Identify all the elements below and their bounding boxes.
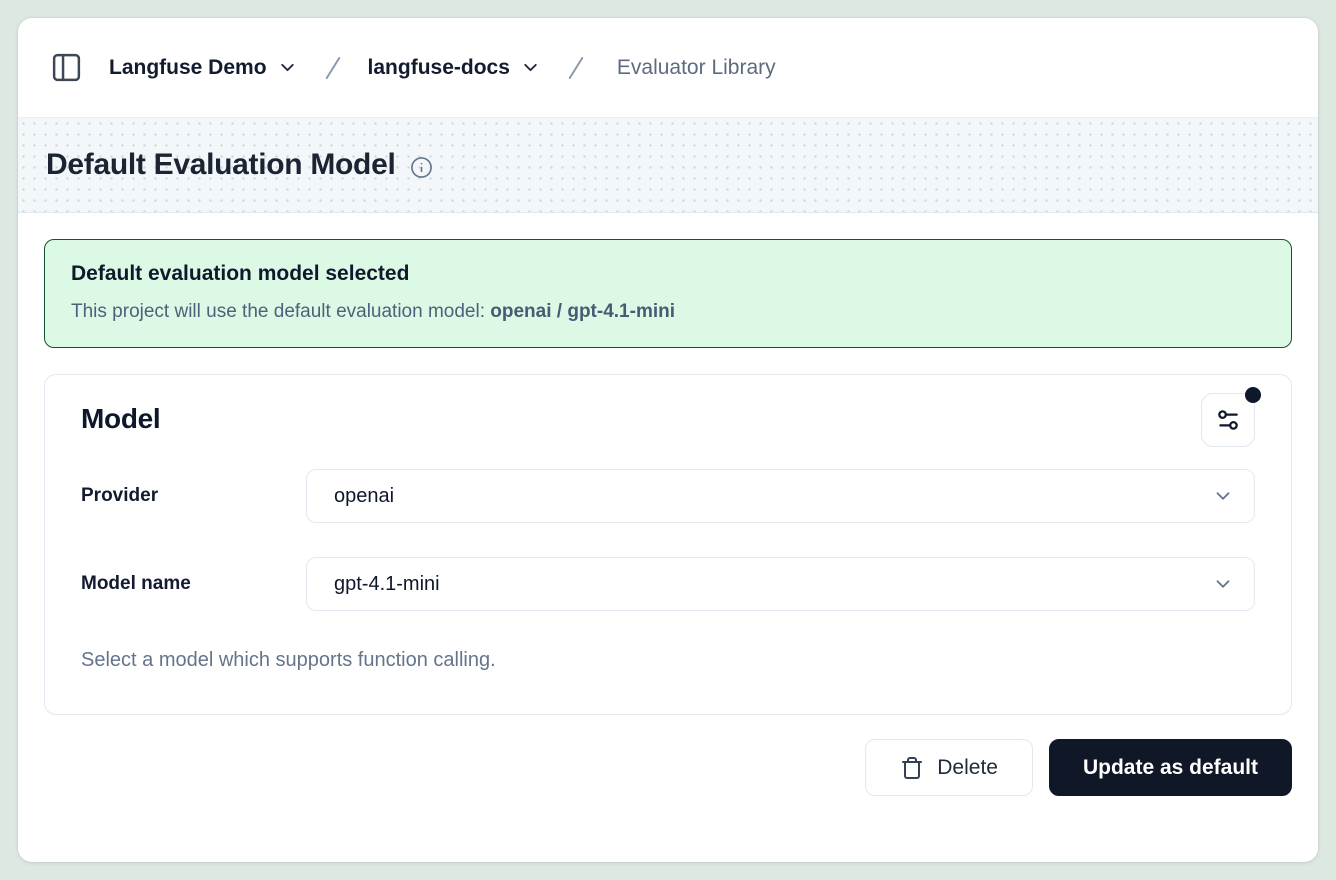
main-content: Default evaluation model selected This p… (18, 213, 1318, 862)
model-name-label: Model name (81, 573, 306, 595)
update-as-default-button[interactable]: Update as default (1049, 739, 1292, 796)
page-header: Default Evaluation Model (18, 117, 1318, 213)
model-name-select[interactable]: gpt-4.1-mini (306, 557, 1255, 611)
model-card: Model Provider openai (44, 374, 1292, 715)
settings-active-badge (1245, 387, 1261, 403)
chevron-down-icon (520, 57, 541, 78)
provider-selected-value: openai (334, 485, 394, 508)
chevron-down-icon (277, 57, 298, 78)
alert-title: Default evaluation model selected (71, 262, 1265, 286)
model-card-title: Model (81, 403, 160, 435)
breadcrumb-project-selector[interactable]: langfuse-docs (368, 56, 541, 80)
delete-button-label: Delete (937, 756, 998, 780)
update-button-label: Update as default (1083, 756, 1258, 780)
model-card-header: Model (81, 393, 1255, 447)
page-title: Default Evaluation Model (46, 148, 396, 182)
model-name-row: Model name gpt-4.1-mini (81, 557, 1255, 611)
breadcrumb-org-selector[interactable]: Langfuse Demo (109, 56, 298, 80)
chevron-down-icon (1212, 485, 1234, 507)
alert-body-text: This project will use the default evalua… (71, 301, 490, 322)
default-model-alert: Default evaluation model selected This p… (44, 239, 1292, 348)
model-helper-text: Select a model which supports function c… (81, 649, 1255, 672)
provider-label: Provider (81, 485, 306, 507)
breadcrumb-project-label: langfuse-docs (368, 56, 510, 80)
panel-left-icon (50, 51, 83, 84)
topbar: Langfuse Demo langfuse-docs Evaluator Li… (18, 18, 1318, 117)
breadcrumb-separator-icon (561, 53, 591, 83)
breadcrumb-page-label[interactable]: Evaluator Library (617, 56, 776, 80)
advanced-settings-wrap (1201, 393, 1255, 447)
form-actions: Delete Update as default (44, 739, 1292, 796)
trash-icon (900, 756, 924, 780)
model-name-selected-value: gpt-4.1-mini (334, 573, 440, 596)
alert-model-name: openai / gpt-4.1-mini (490, 301, 675, 322)
info-icon[interactable] (410, 156, 433, 179)
app-window: Langfuse Demo langfuse-docs Evaluator Li… (18, 18, 1318, 862)
sidebar-toggle-button[interactable] (50, 51, 83, 84)
provider-select[interactable]: openai (306, 469, 1255, 523)
alert-body: This project will use the default evalua… (71, 301, 1265, 323)
breadcrumb-separator-icon (318, 53, 348, 83)
chevron-down-icon (1212, 573, 1234, 595)
sliders-icon (1215, 407, 1241, 433)
delete-button[interactable]: Delete (865, 739, 1033, 796)
provider-row: Provider openai (81, 469, 1255, 523)
breadcrumb-org-label: Langfuse Demo (109, 56, 267, 80)
